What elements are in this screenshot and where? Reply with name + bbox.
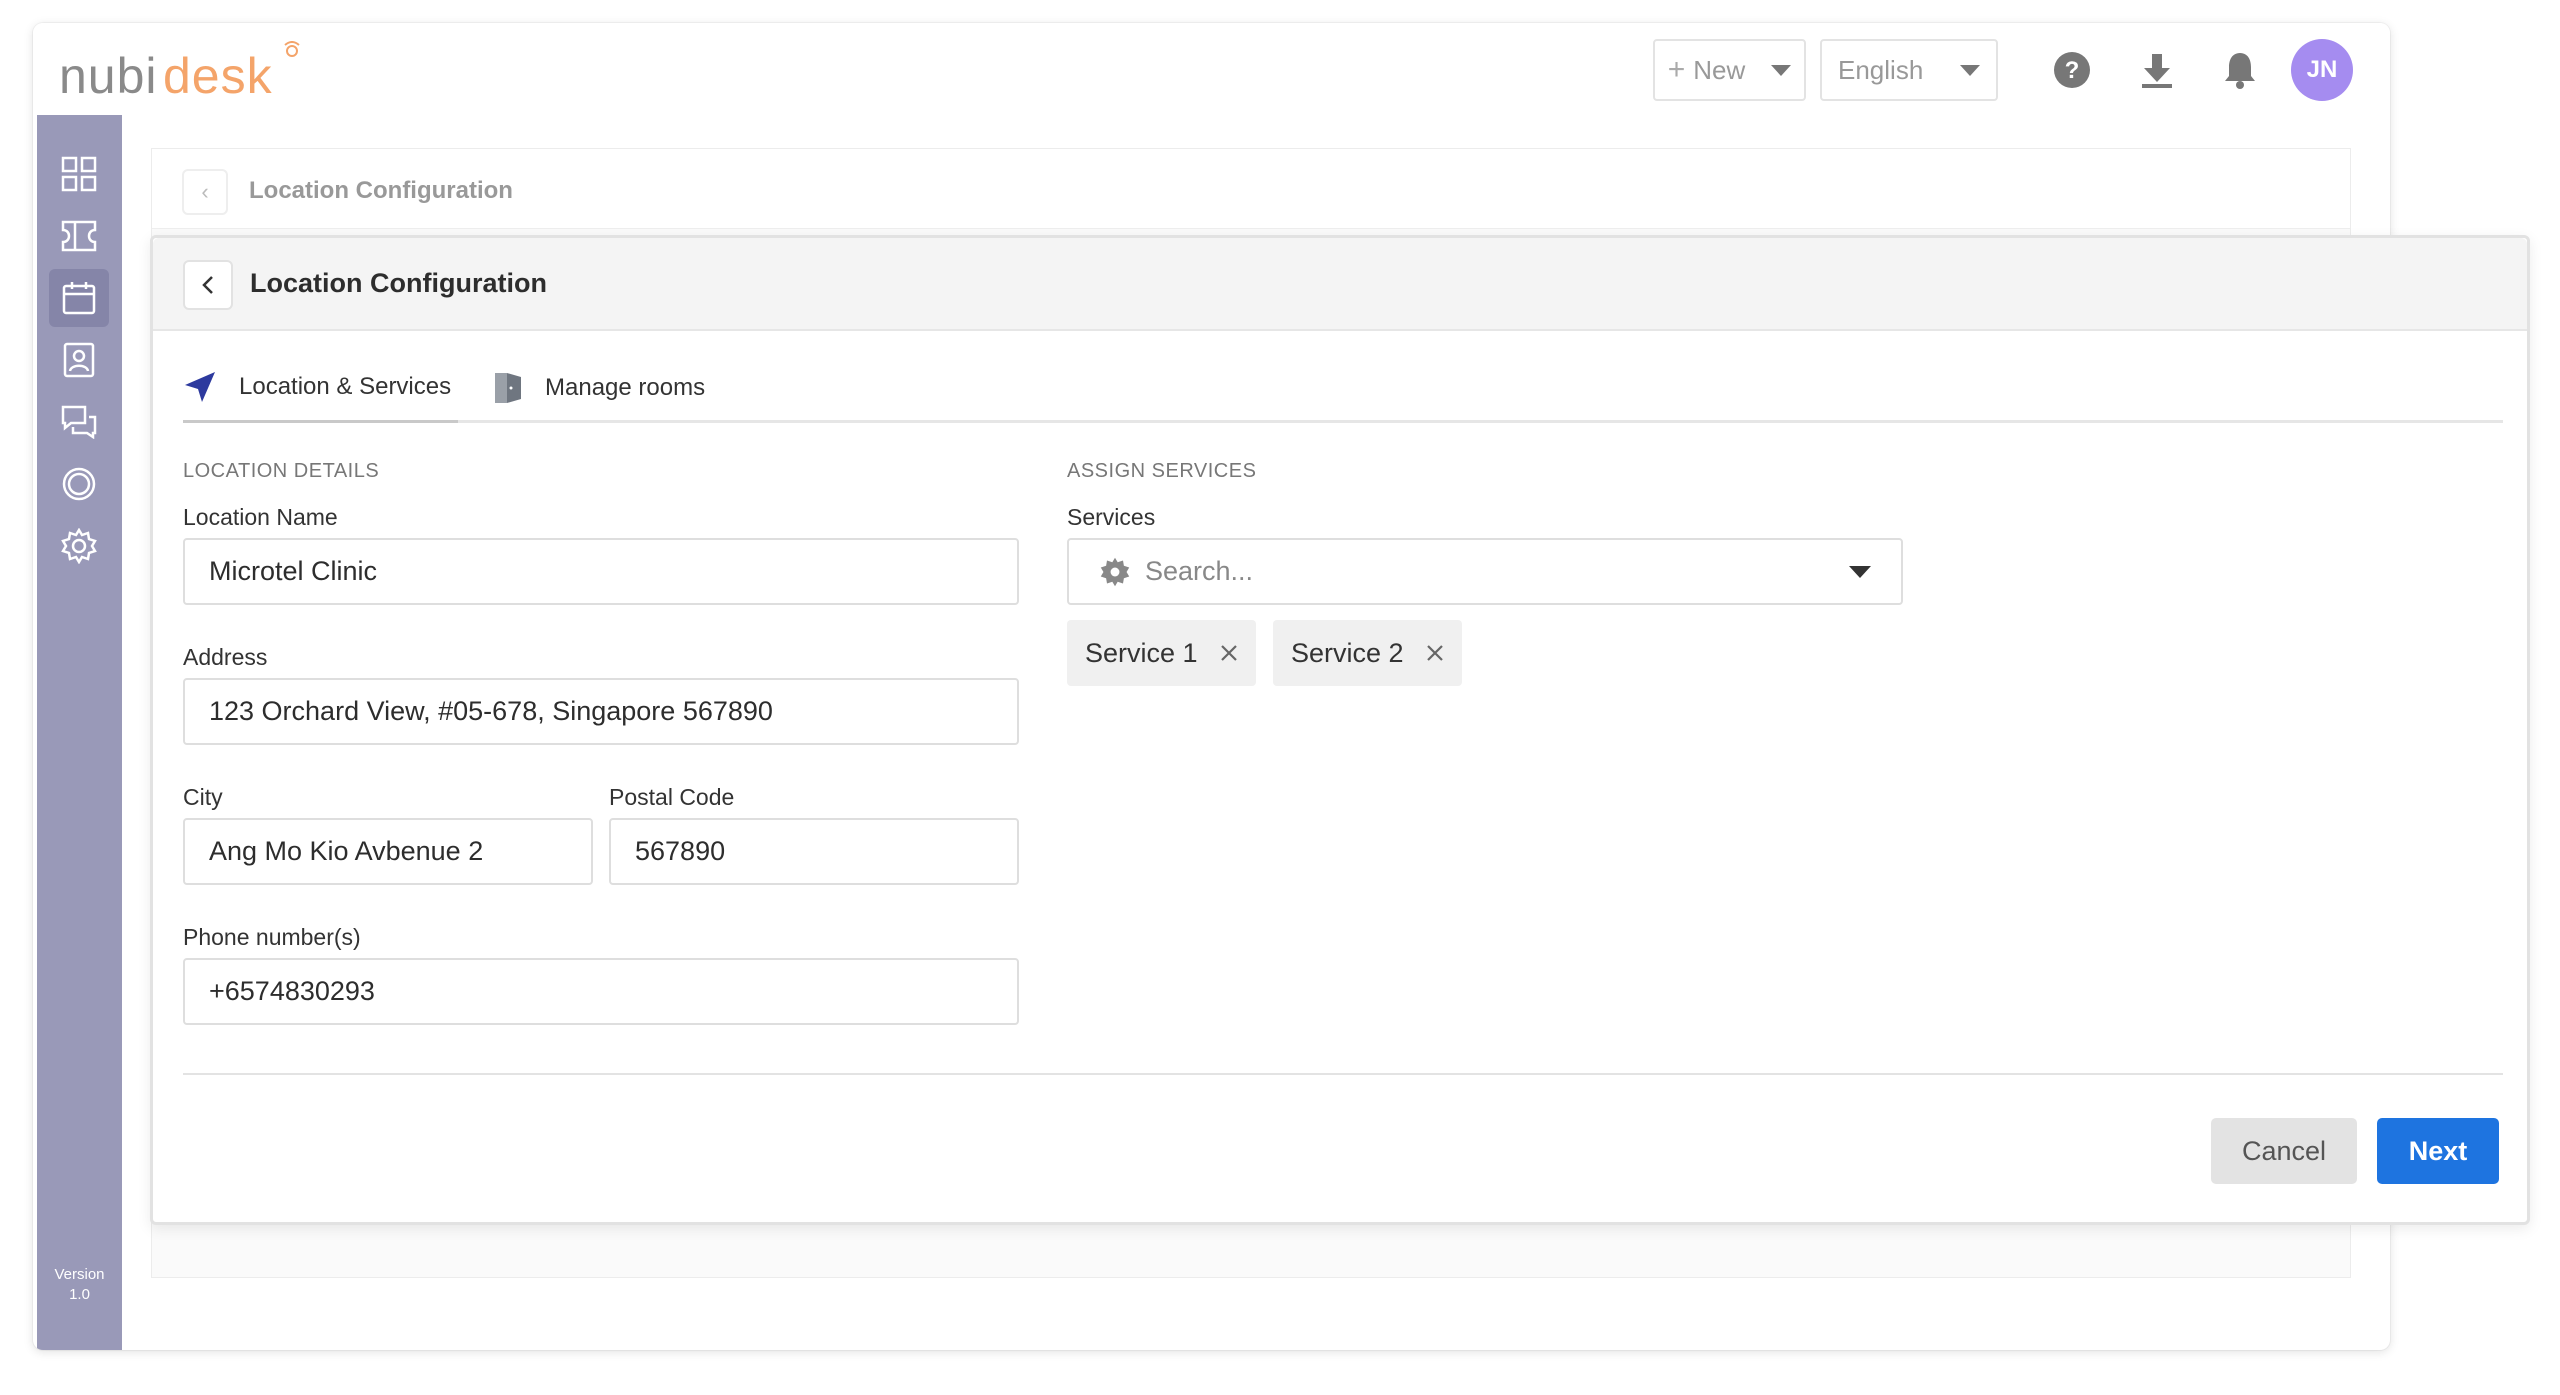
back-button[interactable] [183, 260, 233, 310]
plus-icon: + [1667, 53, 1686, 86]
postal-code-input[interactable]: 567890 [609, 818, 1019, 885]
download-icon[interactable] [2136, 49, 2178, 91]
dashboard-grid-icon[interactable] [49, 145, 109, 203]
modal-title: Location Configuration [250, 268, 547, 298]
services-search-placeholder: Search... [1145, 556, 1254, 586]
new-button[interactable]: + New [1653, 39, 1806, 101]
assign-services-heading: ASSIGN SERVICES [1067, 460, 1257, 482]
service-chip: Service 1 [1067, 620, 1256, 686]
remove-service-icon[interactable] [1426, 644, 1444, 662]
service-chip-label: Service 2 [1291, 637, 1404, 668]
chat-bubbles-icon[interactable] [49, 393, 109, 451]
sidebar: Version 1.0 [37, 115, 122, 1350]
background-back-button: ‹ [182, 169, 228, 215]
chevron-down-icon [1771, 64, 1792, 76]
language-select[interactable]: English [1820, 39, 1998, 101]
postal-code-label: Postal Code [609, 784, 735, 810]
services-label: Services [1067, 504, 1156, 530]
top-bar: nubi desk + New English ? JN [33, 23, 2390, 115]
next-button[interactable]: Next [2377, 1118, 2499, 1184]
tab-location-services-label: Location & Services [239, 372, 452, 400]
svg-text:desk: desk [163, 48, 273, 101]
tab-location-services[interactable]: Location & Services [183, 353, 458, 423]
background-panel-title: Location Configuration [249, 177, 513, 204]
services-search-select[interactable]: Search... [1067, 538, 1903, 605]
location-details-heading: LOCATION DETAILS [183, 460, 380, 482]
svg-text:?: ? [2065, 57, 2080, 84]
circle-icon[interactable] [49, 455, 109, 513]
version-text: Version [54, 1266, 105, 1283]
tab-manage-rooms[interactable]: Manage rooms [493, 353, 705, 423]
gear-icon[interactable] [49, 517, 109, 575]
language-value: English [1838, 54, 1924, 85]
contact-card-icon[interactable] [49, 331, 109, 389]
avatar-initials: JN [2306, 56, 2338, 83]
footer-divider [183, 1073, 2503, 1075]
chevron-down-icon [1960, 64, 1980, 76]
chevron-down-icon [1849, 566, 1871, 578]
calendar-icon[interactable] [49, 269, 109, 327]
new-button-label: New [1693, 54, 1746, 85]
version-label: Version 1.0 [37, 1265, 122, 1305]
phone-input[interactable]: +6574830293 [183, 958, 1019, 1025]
user-avatar[interactable]: JN [2291, 39, 2353, 101]
city-label: City [183, 784, 223, 810]
nubidesk-logo: nubi desk [59, 41, 309, 104]
service-chip: Service 2 [1273, 620, 1462, 686]
address-input[interactable]: 123 Orchard View, #05-678, Singapore 567… [183, 678, 1019, 745]
cancel-button[interactable]: Cancel [2211, 1118, 2357, 1184]
door-icon [495, 373, 521, 403]
navigation-arrow-icon [185, 371, 215, 402]
location-name-input[interactable]: Microtel Clinic [183, 538, 1019, 605]
version-number: 1.0 [69, 1286, 90, 1303]
modal-header: Location Configuration [153, 238, 2527, 331]
phone-label: Phone number(s) [183, 924, 361, 950]
location-configuration-modal: Location Configuration Location & Servic… [150, 235, 2530, 1225]
bell-icon[interactable] [2219, 49, 2261, 91]
help-icon[interactable]: ? [2051, 49, 2093, 91]
ticket-icon[interactable] [49, 207, 109, 265]
gear-icon [1100, 557, 1130, 586]
service-chip-label: Service 1 [1085, 637, 1198, 668]
location-name-label: Location Name [183, 504, 338, 530]
svg-text:nubi: nubi [59, 48, 158, 101]
remove-service-icon[interactable] [1220, 644, 1238, 662]
tab-manage-rooms-label: Manage rooms [545, 374, 706, 401]
address-label: Address [183, 644, 268, 670]
chevron-left-icon [202, 276, 213, 294]
background-panel-header: ‹ Location Configuration [152, 149, 2350, 229]
tab-bar: Location & Services Manage rooms [183, 353, 2503, 423]
city-input[interactable]: Ang Mo Kio Avbenue 2 [183, 818, 593, 885]
